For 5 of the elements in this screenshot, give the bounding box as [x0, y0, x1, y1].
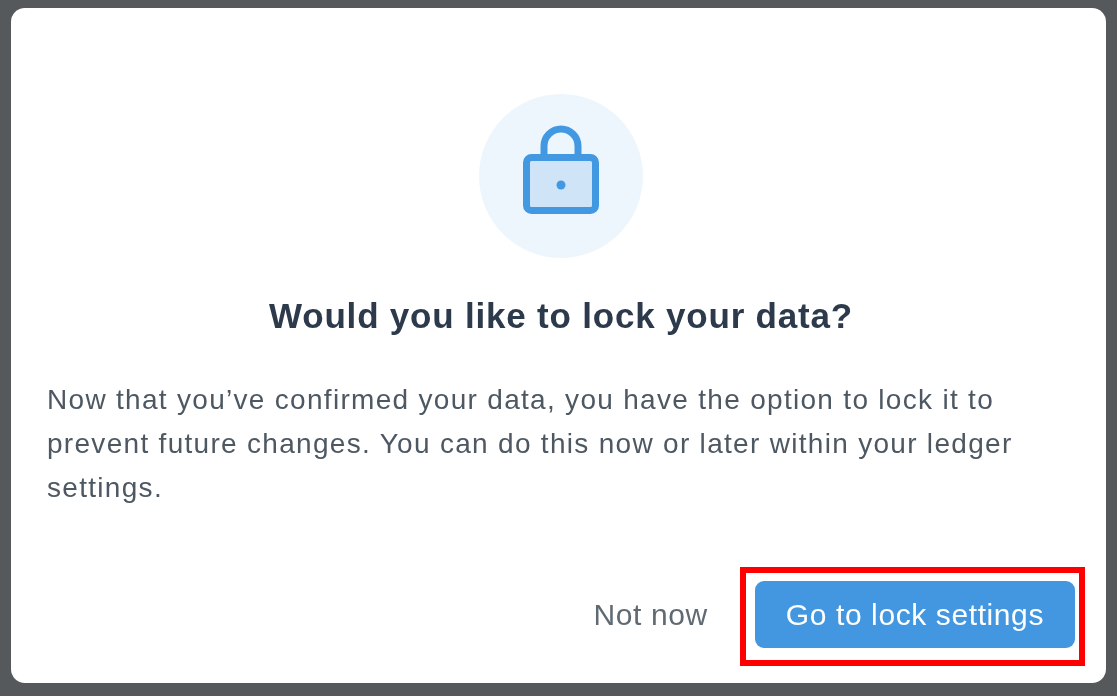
dismiss-button[interactable]: Not now — [585, 581, 716, 648]
dialog-message: Now that you’ve confirmed your data, you have the option to lock it to prevent future changes. You can do this now or later within your ledger settings. — [47, 383, 1014, 505]
lock-icon — [479, 94, 643, 258]
lock-settings-button[interactable]: Go to lock settings — [754, 581, 1075, 648]
dialog-title: Would you like to lock your data? — [268, 296, 854, 336]
